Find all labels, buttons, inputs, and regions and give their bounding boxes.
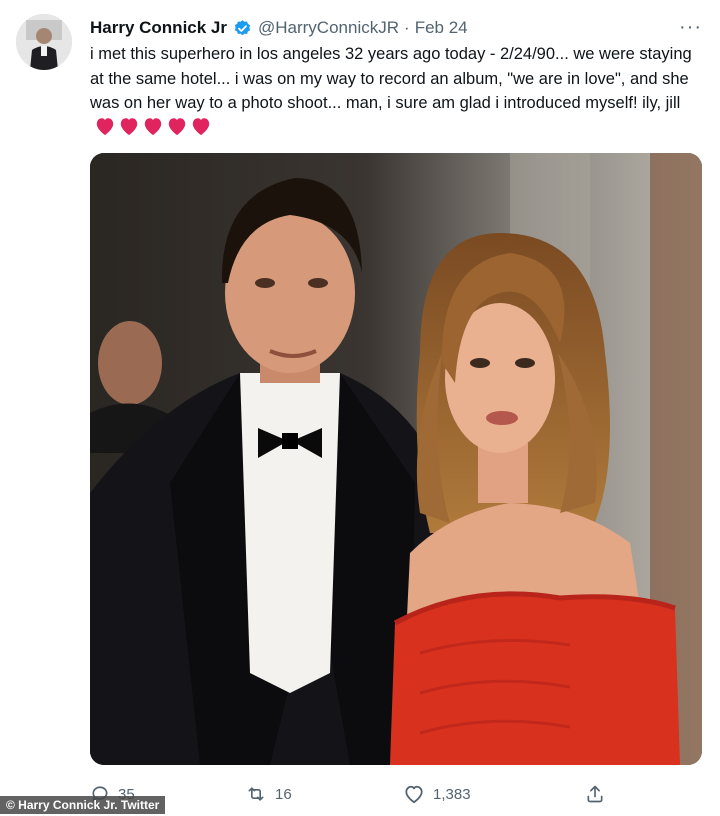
red-heart-icon	[144, 117, 162, 135]
tweet-photo[interactable]	[90, 153, 702, 765]
more-icon[interactable]: ···	[679, 16, 702, 39]
retweet-icon	[245, 784, 267, 804]
red-heart-icon	[168, 117, 186, 135]
red-heart-icon	[120, 117, 138, 135]
share-button[interactable]	[585, 784, 605, 804]
separator-dot: ·	[404, 18, 410, 37]
red-heart-icon	[192, 117, 210, 135]
like-icon	[403, 784, 425, 804]
share-icon	[585, 784, 605, 804]
retweet-count: 16	[275, 785, 292, 803]
tweet-text: i met this superhero in los angeles 32 y…	[90, 45, 692, 112]
author-name[interactable]: Harry Connick Jr	[90, 18, 227, 38]
red-heart-icon	[96, 117, 114, 135]
tweet-actions: 35 16 1,383	[90, 780, 702, 810]
photo-credit: © Harry Connick Jr. Twitter	[0, 796, 166, 814]
like-count: 1,383	[433, 785, 471, 803]
tweet-header: Harry Connick Jr @HarryConnickJR · Feb 2…	[90, 16, 702, 40]
retweet-button[interactable]: 16	[245, 784, 292, 804]
author-handle[interactable]: @HarryConnickJR	[258, 18, 399, 38]
tweet-text-block: i met this superhero in los angeles 32 y…	[90, 42, 705, 140]
tweet-date[interactable]: Feb 24	[415, 18, 468, 38]
verified-badge-icon	[233, 19, 252, 38]
avatar[interactable]	[16, 14, 72, 70]
tweet-card: Harry Connick Jr @HarryConnickJR · Feb 2…	[0, 0, 720, 816]
heart-emojis	[94, 116, 212, 136]
like-button[interactable]: 1,383	[403, 784, 471, 804]
